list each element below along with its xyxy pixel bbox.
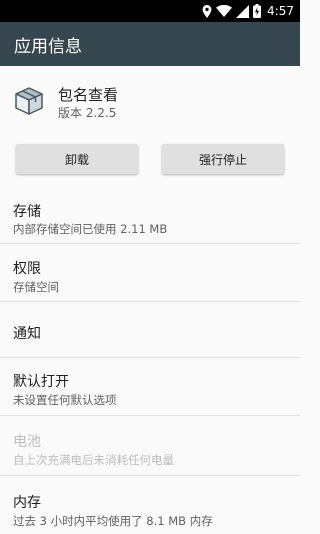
storage-title: 存储 [13,204,41,220]
location-icon [202,4,212,18]
open-by-default-subtitle: 未设置任何默认选项 [13,393,117,407]
status-bar: 4:57 [0,0,300,22]
status-icons: 4:57 [202,2,294,20]
memory-subtitle: 过去 3 小时内平均使用了 8.1 MB 内存 [13,514,213,528]
page-title: 应用信息 [14,37,82,57]
app-version: 版本 2.2.5 [58,106,117,120]
permissions-title: 权限 [13,261,41,277]
battery-charging-icon [253,4,262,18]
permissions-subtitle: 存储空间 [13,280,59,294]
permissions-row[interactable]: 权限 存储空间 [0,244,300,302]
storage-subtitle: 内部存储空间已使用 2.11 MB [13,222,168,236]
package-box-icon [15,87,43,115]
status-time: 4:57 [267,4,294,18]
battery-row: 电池 自上次充满电后未消耗任何电量 [0,416,300,476]
notifications-title: 通知 [13,326,41,342]
open-by-default-row[interactable]: 默认打开 未设置任何默认选项 [0,358,300,416]
open-by-default-title: 默认打开 [13,374,69,390]
app-bar: 应用信息 [0,22,300,66]
app-header: 包名查看 版本 2.2.5 [0,66,300,130]
battery-title: 电池 [13,434,41,450]
memory-row[interactable]: 内存 过去 3 小时内平均使用了 8.1 MB 内存 [0,476,300,534]
app-name: 包名查看 [58,86,119,104]
wifi-icon [216,5,233,17]
memory-title: 内存 [13,495,41,511]
uninstall-button[interactable]: 卸载 [16,144,138,174]
signal-icon [236,4,250,18]
storage-row[interactable]: 存储 内部存储空间已使用 2.11 MB [0,188,300,244]
force-stop-button[interactable]: 强行停止 [162,144,284,174]
battery-subtitle: 自上次充满电后未消耗任何电量 [13,453,174,467]
notifications-row[interactable]: 通知 [0,302,300,358]
